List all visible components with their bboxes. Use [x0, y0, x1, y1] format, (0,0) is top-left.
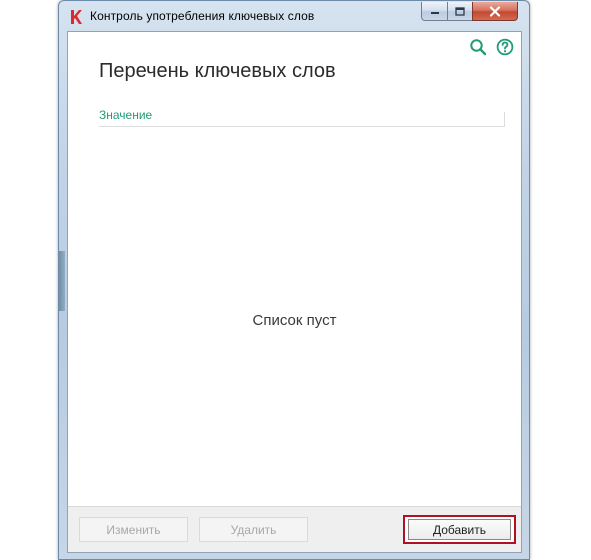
add-button-label: Добавить: [408, 519, 511, 540]
minimize-icon: [430, 12, 439, 14]
close-button[interactable]: [472, 2, 518, 21]
title-bar[interactable]: Контроль употребления ключевых слов: [59, 1, 529, 31]
add-button[interactable]: Добавить: [403, 515, 516, 544]
delete-button[interactable]: Удалить: [199, 517, 308, 542]
empty-list-message: Список пуст: [252, 312, 337, 329]
app-window: Контроль употребления ключевых слов Пере…: [58, 0, 530, 560]
column-header[interactable]: Значение: [99, 108, 505, 127]
close-icon: [489, 5, 501, 17]
keyword-list[interactable]: Список пуст: [68, 128, 521, 506]
dialog-content: Перечень ключевых слов Значение Список п…: [67, 31, 522, 553]
window-title: Контроль употребления ключевых слов: [90, 9, 315, 23]
button-bar: Изменить Удалить Добавить: [68, 506, 521, 552]
column-separator: [504, 112, 505, 126]
maximize-button[interactable]: [447, 2, 473, 21]
edit-button[interactable]: Изменить: [79, 517, 188, 542]
minimize-button[interactable]: [421, 2, 448, 21]
search-icon[interactable]: [469, 38, 487, 56]
page-title: Перечень ключевых слов: [99, 60, 336, 82]
help-icon[interactable]: [496, 38, 514, 56]
maximize-icon: [455, 6, 465, 16]
column-header-value[interactable]: Значение: [99, 108, 152, 122]
kaspersky-k-icon: [71, 10, 82, 24]
